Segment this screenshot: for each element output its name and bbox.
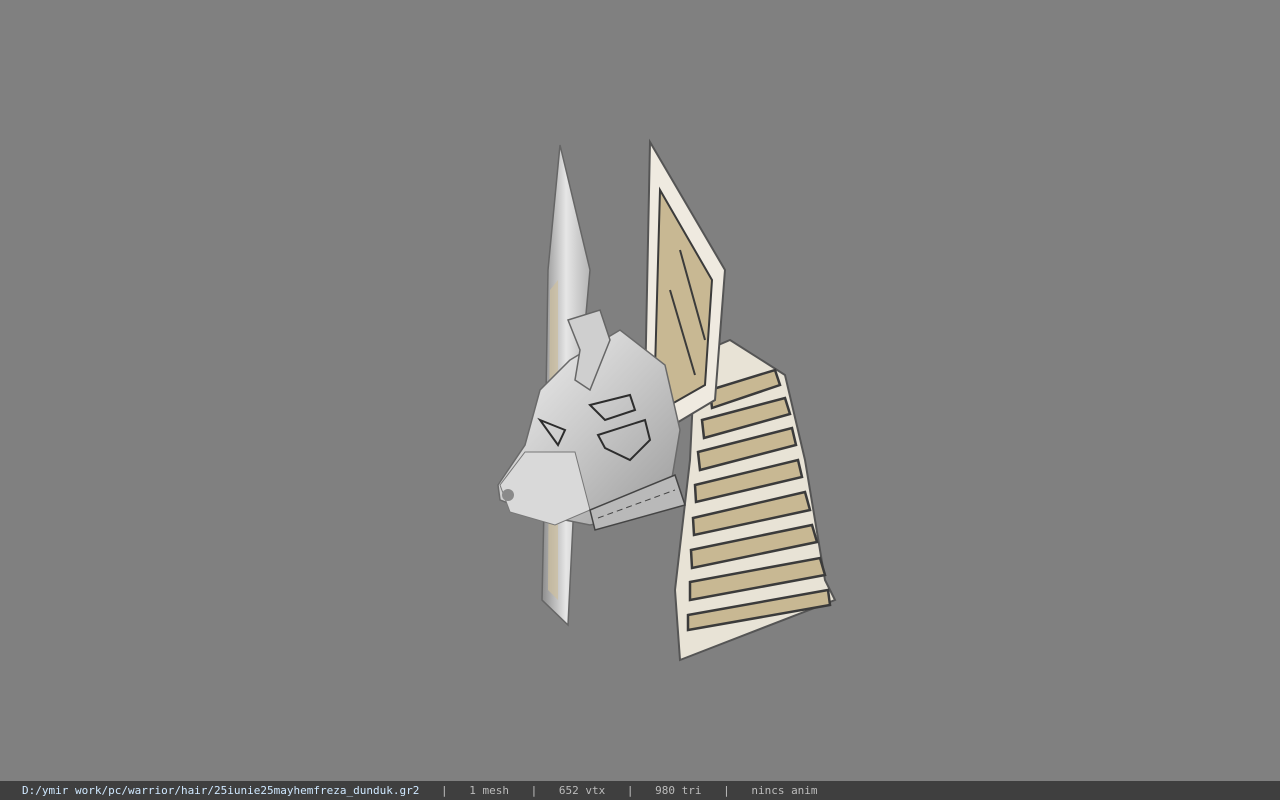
animation-status: nincs anim [751, 784, 818, 797]
separator: | [530, 784, 538, 797]
vertex-count: 652 vtx [558, 784, 606, 797]
separator: | [626, 784, 634, 797]
separator: | [723, 784, 730, 797]
triangle-count: 980 tri [655, 784, 702, 797]
mesh-count: 1 mesh [469, 784, 509, 797]
status-bar: D:/ymir work/pc/warrior/hair/25iunie25ma… [0, 781, 1280, 800]
anubis-helmet-model [497, 138, 837, 662]
3d-viewport[interactable] [0, 0, 1280, 781]
file-path: D:/ymir work/pc/warrior/hair/25iunie25ma… [22, 784, 420, 797]
separator: | [440, 784, 448, 797]
